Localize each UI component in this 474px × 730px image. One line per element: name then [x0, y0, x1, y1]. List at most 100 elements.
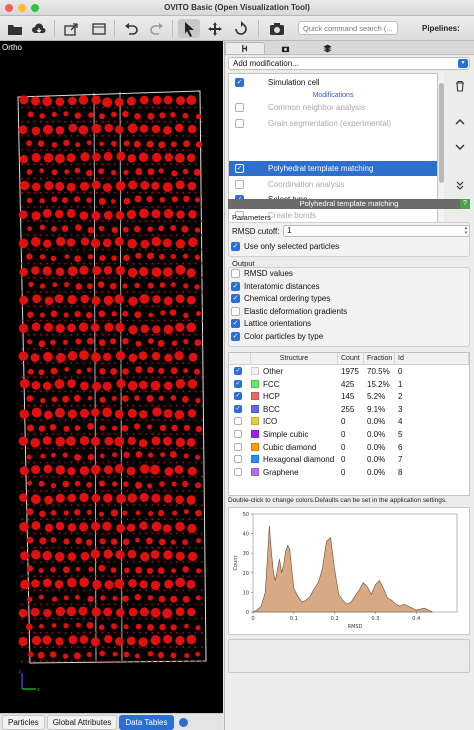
row-checkbox[interactable]: [234, 430, 242, 438]
row-checkbox[interactable]: [234, 455, 242, 464]
import-remote-icon[interactable]: [28, 19, 50, 38]
y-tick-label: 20: [243, 571, 249, 577]
undo-icon[interactable]: [120, 19, 142, 38]
command-panel: Add modification... ▾ Simulation cell Mo…: [224, 41, 474, 730]
output-option-row[interactable]: Interatomic distances: [231, 281, 320, 291]
y-tick-label: 50: [243, 512, 249, 518]
help-button[interactable]: ?: [460, 199, 470, 209]
chemical-ordering-checkbox[interactable]: [231, 294, 240, 303]
row-checkbox[interactable]: [234, 392, 242, 401]
table-header[interactable]: Fraction: [364, 353, 395, 365]
pipeline-item-selected[interactable]: Polyhedral template matching: [229, 161, 437, 176]
pipeline-item[interactable]: Coordination analysis: [229, 177, 437, 192]
table-row[interactable]: Simple cubic 0 0.0% 5: [229, 429, 469, 442]
table-row[interactable]: Cubic diamond 0 0.0% 6: [229, 442, 469, 455]
elastic-deformation-checkbox[interactable]: [231, 306, 240, 316]
y-tick-label: 0: [246, 610, 249, 616]
use-only-selected-row[interactable]: Use only selected particles: [231, 242, 339, 251]
tab-data-tables[interactable]: Data Tables: [119, 714, 174, 730]
main-toolbar: Pipelines:: [0, 16, 474, 41]
interatomic-distances-checkbox[interactable]: [231, 281, 240, 291]
add-modification-dropdown[interactable]: Add modification... ▾: [228, 57, 470, 70]
layers-icon[interactable]: [307, 42, 347, 54]
table-row[interactable]: Hexagonal diamond 0 0.0% 7: [229, 454, 469, 467]
row-checkbox[interactable]: [234, 442, 242, 451]
table-row[interactable]: BCC 255 9.1% 3: [229, 404, 469, 417]
viewport-ortho[interactable]: Ortho z x: [0, 41, 223, 713]
row-checkbox[interactable]: [234, 467, 242, 476]
structure-color-swatch[interactable]: [251, 455, 259, 464]
pipeline-item[interactable]: Grain segmentation (experimental): [229, 116, 437, 131]
pipeline-item[interactable]: Common neighbor analysis: [229, 100, 437, 115]
table-row[interactable]: HCP 145 5.2% 2: [229, 391, 469, 404]
pipeline-item-checkbox[interactable]: [235, 164, 244, 173]
lattice-orientations-checkbox[interactable]: [231, 319, 240, 328]
structure-count: 0: [341, 442, 346, 452]
output-option-row[interactable]: Elastic deformation gradients: [231, 306, 347, 316]
structure-color-swatch[interactable]: [251, 417, 259, 426]
tab-global-attributes[interactable]: Global Attributes: [46, 714, 118, 730]
rmsd-cutoff-input[interactable]: 1 ▴ ▾: [283, 225, 470, 237]
structure-color-swatch[interactable]: [251, 467, 259, 476]
output-option-label: RMSD values: [244, 269, 293, 278]
structure-color-swatch[interactable]: [251, 430, 259, 438]
chevron-up-icon[interactable]: [451, 113, 469, 131]
move-mode-icon[interactable]: [204, 19, 226, 38]
select-mode-icon[interactable]: [178, 19, 200, 38]
output-option-row[interactable]: RMSD values: [231, 269, 293, 278]
row-checkbox[interactable]: [234, 417, 242, 426]
modifier-title-bar: Polyhedral template matching ?: [228, 199, 470, 209]
rotate-mode-icon[interactable]: [230, 19, 252, 38]
pipeline-item-label: Common neighbor analysis: [268, 103, 365, 112]
delete-modifier-icon[interactable]: [451, 77, 469, 95]
load-file-icon[interactable]: [4, 19, 26, 38]
chevron-down-icon[interactable]: [451, 138, 469, 156]
output-option-row[interactable]: Color particles by type: [231, 331, 323, 341]
row-checkbox[interactable]: [234, 367, 242, 375]
use-only-selected-checkbox[interactable]: [231, 242, 240, 251]
row-checkbox[interactable]: [234, 379, 242, 388]
table-row[interactable]: ICO 0 0.0% 4: [229, 416, 469, 429]
output-option-label: Lattice orientations: [244, 319, 312, 328]
table-header[interactable]: Count: [338, 353, 364, 365]
structure-color-swatch[interactable]: [251, 404, 259, 413]
render-icon[interactable]: [266, 19, 288, 38]
pipeline-item-checkbox[interactable]: [235, 119, 244, 128]
scrollbar-thumb[interactable]: [439, 83, 444, 183]
table-row[interactable]: Graphene 0 0.0% 8: [229, 467, 469, 480]
table-header[interactable]: Id: [395, 353, 469, 365]
structure-id: 0: [398, 367, 403, 376]
structure-name: Simple cubic: [263, 430, 309, 439]
pipeline-item-checkbox[interactable]: [235, 180, 244, 189]
table-row[interactable]: FCC 425 15.2% 1: [229, 379, 469, 392]
double-chevron-down-icon[interactable]: [451, 177, 469, 195]
color-by-type-checkbox[interactable]: [231, 331, 240, 341]
row-checkbox[interactable]: [234, 404, 242, 413]
structure-id: 7: [398, 455, 403, 465]
table-row[interactable]: Other 1975 70.5% 0: [229, 366, 469, 379]
structure-color-swatch[interactable]: [251, 367, 259, 375]
viewport-caption[interactable]: Ortho: [2, 43, 22, 52]
structure-color-swatch[interactable]: [251, 392, 259, 401]
table-header[interactable]: Structure: [251, 353, 338, 365]
pipeline-item-checkbox[interactable]: [235, 78, 244, 87]
tab-particles[interactable]: Particles: [2, 714, 45, 730]
structure-fraction: 0.0%: [367, 417, 386, 427]
pipeline-icon[interactable]: [225, 42, 265, 54]
quick-command-search-input[interactable]: [298, 21, 398, 35]
rmsd-values-checkbox[interactable]: [231, 269, 240, 278]
hint-text: Double-click to change colors.Defaults c…: [228, 497, 447, 504]
inspector-toggle-button[interactable]: [178, 717, 188, 727]
structure-color-swatch[interactable]: [251, 379, 259, 388]
export-file-icon[interactable]: [60, 19, 82, 38]
output-option-row[interactable]: Lattice orientations: [231, 319, 311, 328]
render-icon[interactable]: [265, 42, 305, 54]
spinner-icon[interactable]: ▴ ▾: [463, 226, 469, 236]
save-icon[interactable]: [88, 19, 110, 38]
pipeline-item[interactable]: Simulation cell: [229, 75, 437, 90]
structure-id: 2: [398, 392, 403, 402]
pipeline-item-checkbox[interactable]: [235, 103, 244, 112]
redo-icon[interactable]: [146, 19, 168, 38]
structure-color-swatch[interactable]: [251, 442, 259, 451]
output-option-row[interactable]: Chemical ordering types: [231, 294, 330, 303]
